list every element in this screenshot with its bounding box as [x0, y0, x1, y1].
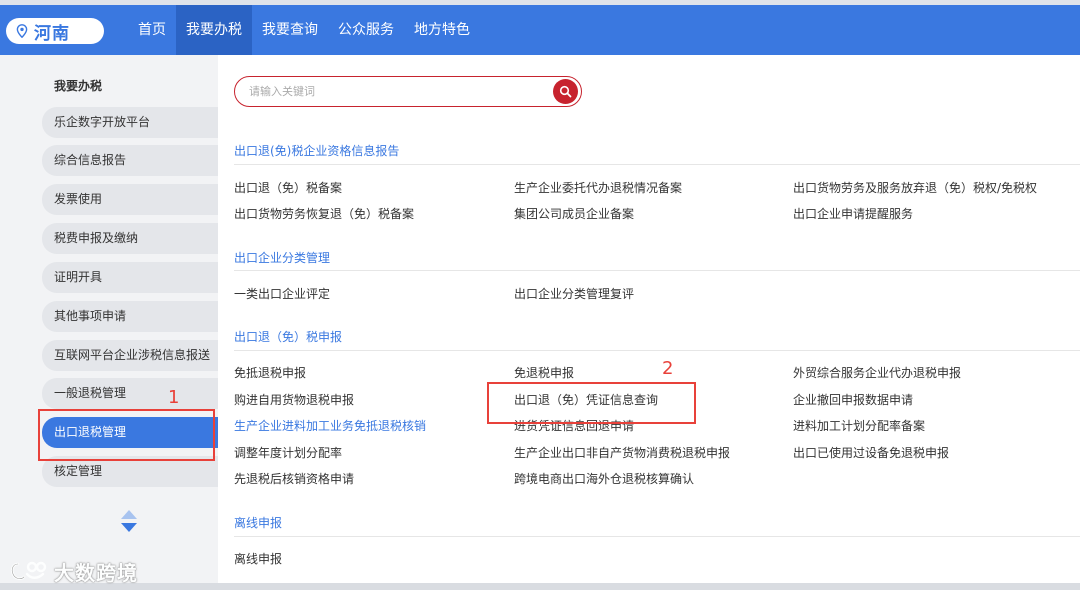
link-group-member-filing[interactable]: 集团公司成员企业备案: [514, 205, 634, 222]
search-icon: [559, 85, 572, 98]
section-divider: [234, 270, 1080, 271]
location-pin-icon: [16, 24, 28, 38]
sidebar-item-info-report[interactable]: 综合信息报告: [42, 145, 218, 176]
main-content: 出口退(免)税企业资格信息报告 出口退（免）税备案 生产企业委托代办退税情况备案…: [218, 55, 1080, 583]
section-title-refund-declaration: 出口退（免）税申报: [234, 330, 343, 344]
link-consumption-tax-refund[interactable]: 生产企业出口非自产货物消费税退税申报: [514, 444, 730, 461]
link-class-one-rating[interactable]: 一类出口企业评定: [234, 285, 330, 302]
nav-local-feature[interactable]: 地方特色: [404, 5, 480, 55]
nav-public-service[interactable]: 公众服务: [328, 5, 404, 55]
search-button[interactable]: [553, 79, 578, 104]
section-title-qualification: 出口退(免)税企业资格信息报告: [234, 144, 400, 158]
watermark: 大数跨境: [10, 557, 138, 586]
link-offline-declaration[interactable]: 离线申报: [234, 550, 282, 567]
sidebar-item-internet-platform[interactable]: 互联网平台企业涉税信息报送: [42, 340, 218, 371]
link-overseas-warehouse-confirm[interactable]: 跨境电商出口海外仓退税核算确认: [514, 470, 694, 487]
search-box: [234, 76, 582, 107]
main-nav: 首页 我要办税 我要查询 公众服务 地方特色: [128, 5, 480, 55]
link-exemption-credit-refund[interactable]: 免抵退税申报: [234, 364, 306, 381]
sidebar: 我要办税 乐企数字开放平台 综合信息报告 发票使用 税费申报及缴纳 证明开具 其…: [0, 55, 218, 583]
sidebar-item-other-application[interactable]: 其他事项申请: [42, 301, 218, 332]
link-reminder-service[interactable]: 出口企业申请提醒服务: [793, 205, 913, 222]
section-divider: [234, 350, 1080, 351]
nav-tax-handling[interactable]: 我要办税: [176, 5, 252, 55]
region-name: 河南: [34, 23, 70, 44]
search-input[interactable]: [249, 83, 539, 100]
link-trade-service-refund[interactable]: 外贸综合服务企业代办退税申报: [793, 364, 961, 381]
sidebar-item-declaration[interactable]: 税费申报及缴纳: [42, 223, 218, 254]
link-exemption-refund[interactable]: 免退税申报: [514, 364, 574, 381]
link-entrusted-refund-filing[interactable]: 生产企业委托代办退税情况备案: [514, 179, 682, 196]
annotation-label-2: 2: [662, 358, 674, 379]
brand-logo-icon: [10, 561, 47, 580]
nav-query[interactable]: 我要查询: [252, 5, 328, 55]
link-waive-refund-right[interactable]: 出口货物劳务及服务放弃退（免）税权/免税权: [793, 179, 1037, 196]
sidebar-item-certificate[interactable]: 证明开具: [42, 262, 218, 293]
section-title-offline: 离线申报: [234, 516, 283, 530]
link-restore-refund-filing[interactable]: 出口货物劳务恢复退（免）税备案: [234, 205, 414, 222]
link-refund-first-qualification[interactable]: 先退税后核销资格申请: [234, 470, 354, 487]
link-adjust-allocation-rate[interactable]: 调整年度计划分配率: [234, 444, 342, 461]
sidebar-title: 我要办税: [54, 79, 103, 93]
link-self-use-goods-refund[interactable]: 购进自用货物退税申报: [234, 391, 354, 408]
section-title-classification: 出口企业分类管理: [234, 251, 331, 265]
up-down-arrows-icon[interactable]: [120, 509, 138, 533]
top-nav-bar: 河南 首页 我要办税 我要查询 公众服务 地方特色: [0, 5, 1080, 55]
section-divider: [234, 164, 1080, 165]
bottom-strip: [0, 583, 1080, 590]
link-processing-trade-writeoff[interactable]: 生产企业进料加工业务免抵退税核销: [234, 417, 426, 434]
section-divider: [234, 536, 1080, 537]
sidebar-item-invoice[interactable]: 发票使用: [42, 184, 218, 215]
annotation-label-1: 1: [168, 387, 180, 408]
link-withdraw-declaration[interactable]: 企业撤回申报数据申请: [793, 391, 913, 408]
link-export-refund-filing[interactable]: 出口退（免）税备案: [234, 179, 342, 196]
sidebar-item-general-refund[interactable]: 一般退税管理: [42, 378, 218, 409]
region-selector[interactable]: 河南: [6, 18, 104, 44]
highlight-box-1: [38, 409, 215, 461]
watermark-text: 大数跨境: [54, 561, 138, 585]
nav-home[interactable]: 首页: [128, 5, 176, 55]
link-used-equipment-refund[interactable]: 出口已使用过设备免退税申报: [793, 444, 949, 461]
link-allocation-rate-filing[interactable]: 进料加工计划分配率备案: [793, 417, 925, 434]
highlight-box-2: [487, 382, 696, 424]
sidebar-item-leqi-platform[interactable]: 乐企数字开放平台: [42, 107, 218, 138]
link-classification-review[interactable]: 出口企业分类管理复评: [514, 285, 634, 302]
